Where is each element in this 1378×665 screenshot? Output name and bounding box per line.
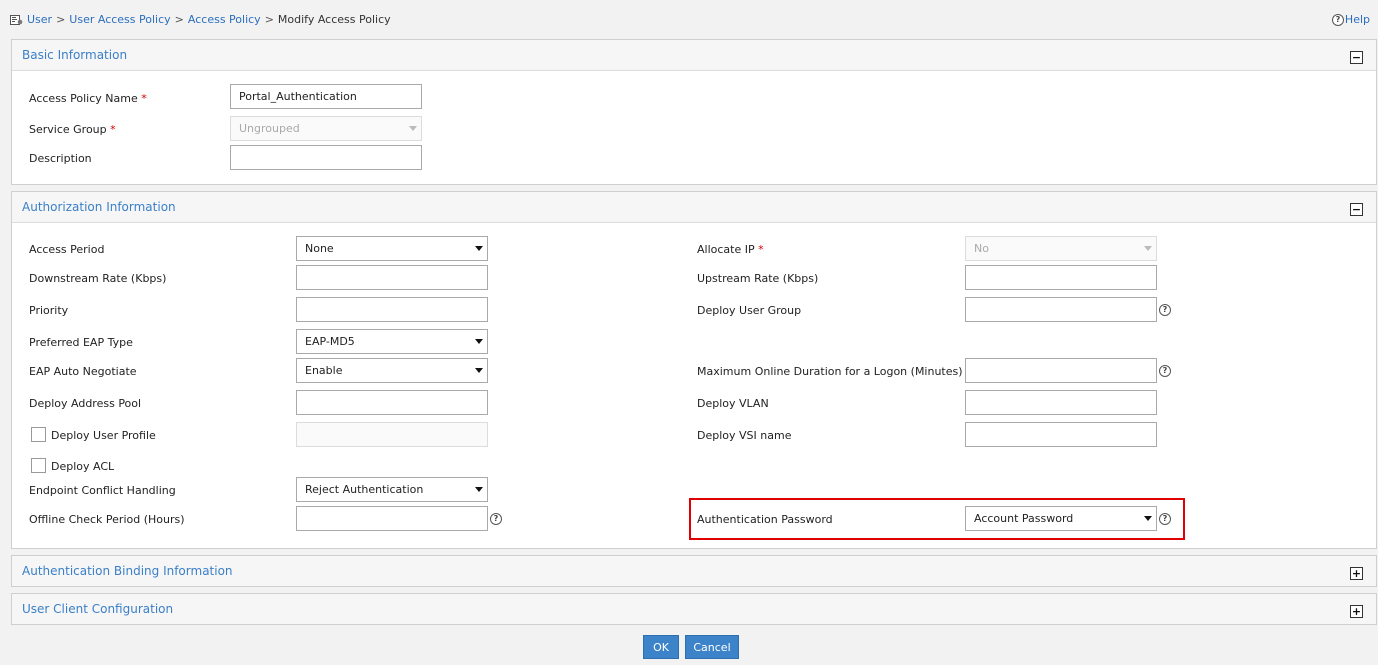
deploy-user-group-input[interactable]	[965, 297, 1157, 322]
allocate-ip-select: No	[965, 236, 1157, 261]
deploy-vsi-label: Deploy VSI name	[697, 429, 792, 442]
policy-name-input[interactable]: Portal_Authentication	[230, 84, 422, 109]
upstream-rate-label: Upstream Rate (Kbps)	[697, 272, 819, 285]
description-label: Description	[29, 152, 92, 165]
conflict-handling-label: Endpoint Conflict Handling	[29, 484, 176, 497]
address-pool-input[interactable]	[296, 390, 488, 415]
deploy-user-profile-label: Deploy User Profile	[51, 429, 156, 442]
access-period-label: Access Period	[29, 243, 105, 256]
authorization-information-header[interactable]: Authorization Information −	[12, 192, 1376, 223]
help-link[interactable]: ? Help	[1331, 13, 1370, 26]
deploy-vlan-input[interactable]	[965, 390, 1157, 415]
collapse-icon[interactable]: −	[1350, 203, 1363, 216]
breadcrumb: User > User Access Policy > Access Polic…	[10, 13, 391, 26]
authentication-binding-panel: Authentication Binding Information +	[11, 555, 1377, 587]
breadcrumb-user-access-policy[interactable]: User Access Policy	[69, 13, 170, 26]
priority-label: Priority	[29, 304, 69, 317]
basic-information-title: Basic Information	[22, 48, 128, 62]
deploy-vsi-input[interactable]	[965, 422, 1157, 447]
upstream-rate-input[interactable]	[965, 265, 1157, 290]
deploy-user-profile-checkbox[interactable]	[31, 427, 46, 442]
user-profile-input	[296, 422, 488, 447]
downstream-rate-input[interactable]	[296, 265, 488, 290]
conflict-handling-select[interactable]: Reject Authentication	[296, 477, 488, 502]
allocate-ip-value: No	[974, 242, 989, 255]
breadcrumb-current: Modify Access Policy	[277, 13, 391, 26]
conflict-handling-value: Reject Authentication	[305, 483, 424, 496]
user-client-configuration-panel: User Client Configuration +	[11, 593, 1377, 625]
service-group-select: Ungrouped	[230, 116, 422, 141]
eap-negotiate-value: Enable	[305, 364, 343, 377]
chevron-down-icon	[475, 339, 483, 344]
user-policy-icon	[10, 14, 23, 25]
collapse-icon[interactable]: −	[1350, 51, 1363, 64]
basic-information-header[interactable]: Basic Information −	[12, 40, 1376, 71]
help-icon: ?	[1331, 13, 1344, 26]
chevron-down-icon	[475, 368, 483, 373]
offline-check-label: Offline Check Period (Hours)	[29, 513, 185, 526]
breadcrumb-separator: >	[174, 13, 184, 26]
eap-negotiate-select[interactable]: Enable	[296, 358, 488, 383]
authorization-information-title: Authorization Information	[22, 200, 176, 214]
help-label: Help	[1344, 13, 1370, 26]
breadcrumb-user[interactable]: User	[27, 13, 52, 26]
priority-input[interactable]	[296, 297, 488, 322]
chevron-down-icon	[1144, 246, 1152, 251]
help-icon[interactable]: ?	[1159, 365, 1171, 377]
auth-password-select[interactable]: Account Password	[965, 506, 1157, 531]
eap-type-label: Preferred EAP Type	[29, 336, 133, 349]
offline-check-input[interactable]	[296, 506, 488, 531]
deploy-vlan-label: Deploy VLAN	[697, 397, 769, 410]
basic-information-panel: Basic Information − Access Policy Name *…	[11, 39, 1377, 185]
help-icon[interactable]: ?	[490, 513, 502, 525]
description-input[interactable]	[230, 145, 422, 170]
authentication-binding-header[interactable]: Authentication Binding Information +	[12, 556, 1376, 586]
address-pool-label: Deploy Address Pool	[29, 397, 142, 410]
breadcrumb-separator: >	[56, 13, 66, 26]
user-client-configuration-header[interactable]: User Client Configuration +	[12, 594, 1376, 624]
access-period-select[interactable]: None	[296, 236, 488, 261]
deploy-acl-label: Deploy ACL	[51, 460, 115, 473]
ok-button[interactable]: OK	[643, 635, 679, 659]
service-group-label: Service Group *	[29, 123, 116, 136]
eap-type-value: EAP-MD5	[305, 335, 355, 348]
chevron-down-icon	[1144, 516, 1152, 521]
help-icon[interactable]: ?	[1159, 304, 1171, 316]
auth-password-label: Authentication Password	[697, 513, 833, 526]
deploy-user-group-label: Deploy User Group	[697, 304, 802, 317]
downstream-rate-label: Downstream Rate (Kbps)	[29, 272, 167, 285]
expand-icon[interactable]: +	[1350, 567, 1363, 580]
expand-icon[interactable]: +	[1350, 605, 1363, 618]
auth-password-value: Account Password	[974, 512, 1074, 525]
max-online-duration-label: Maximum Online Duration for a Logon (Min…	[697, 365, 963, 378]
policy-name-label: Access Policy Name *	[29, 92, 147, 105]
breadcrumb-access-policy[interactable]: Access Policy	[188, 13, 261, 26]
chevron-down-icon	[475, 246, 483, 251]
chevron-down-icon	[409, 126, 417, 131]
top-bar: User > User Access Policy > Access Polic…	[0, 0, 1378, 38]
deploy-acl-checkbox[interactable]	[31, 458, 46, 473]
help-icon[interactable]: ?	[1159, 513, 1171, 525]
allocate-ip-label: Allocate IP *	[697, 243, 764, 256]
service-group-value: Ungrouped	[239, 122, 300, 135]
access-period-value: None	[305, 242, 334, 255]
authentication-binding-title: Authentication Binding Information	[22, 564, 233, 578]
cancel-button[interactable]: Cancel	[685, 635, 739, 659]
breadcrumb-separator: >	[264, 13, 274, 26]
user-client-configuration-title: User Client Configuration	[22, 602, 174, 616]
eap-negotiate-label: EAP Auto Negotiate	[29, 365, 137, 378]
authorization-information-panel: Authorization Information − Access Perio…	[11, 191, 1377, 549]
chevron-down-icon	[475, 487, 483, 492]
eap-type-select[interactable]: EAP-MD5	[296, 329, 488, 354]
max-online-duration-input[interactable]	[965, 358, 1157, 383]
